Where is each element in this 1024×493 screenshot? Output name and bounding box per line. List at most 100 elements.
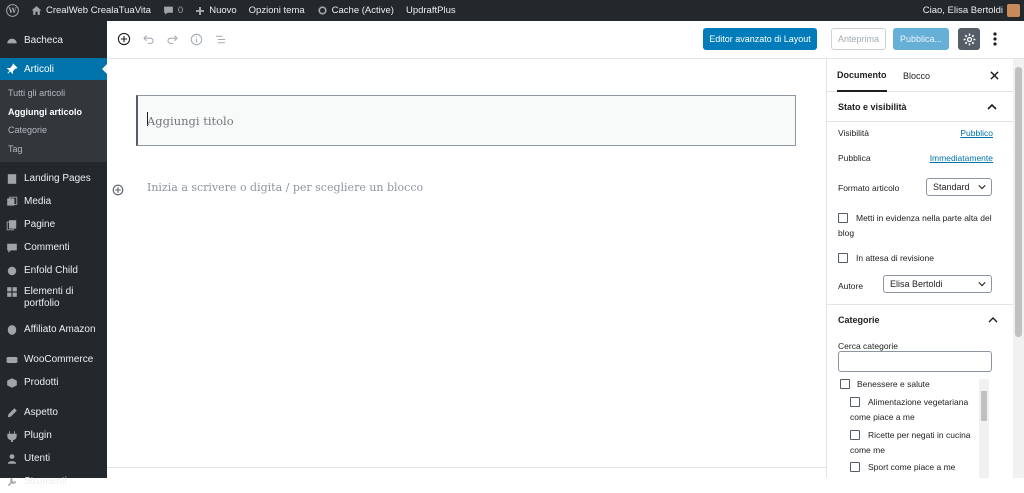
cache-label: Cache (Active) <box>331 5 394 16</box>
post-format-select[interactable]: Standard <box>926 178 992 196</box>
post-title-input[interactable]: Aggiungi titolo <box>136 95 796 146</box>
sidebar-item-label: Elementi di portfolio <box>24 286 74 309</box>
new-content-link[interactable]: Nuovo <box>189 0 242 21</box>
sidebar-item-label: Articoli <box>24 63 55 75</box>
block-navigation-icon[interactable] <box>212 31 228 47</box>
category-label: Ricette per negati in cucina come me <box>850 430 971 455</box>
paragraph-block-placeholder[interactable]: Inizia a scrivere o digita / per sceglie… <box>147 181 423 194</box>
sidebar-item-affiliato-amazon[interactable]: Affiliato Amazon <box>0 318 107 341</box>
add-block-icon[interactable] <box>116 31 132 47</box>
dashboard-icon <box>6 35 18 47</box>
status-visibility-panel-header[interactable]: Stato e visibilità <box>827 92 1013 122</box>
publish-button[interactable]: Pubblica... <box>893 28 949 50</box>
sidebar-item-aspetto[interactable]: Aspetto <box>0 401 107 424</box>
post-format-label: Formato articolo <box>838 183 900 193</box>
chevron-down-icon <box>978 185 986 190</box>
sidebar-item-label: Landing Pages <box>24 173 91 184</box>
sidebar-scrollbar[interactable] <box>1013 59 1024 478</box>
admin-bar: W CrealWeb CrealaTuaVita 0 Nuovo Opzioni… <box>0 0 1024 21</box>
search-categories-input[interactable] <box>838 351 992 372</box>
block-inserter-icon[interactable] <box>112 184 124 196</box>
settings-gear-icon[interactable] <box>958 28 980 50</box>
sidebar-item-pagine[interactable]: Pagine <box>0 213 107 236</box>
home-icon <box>31 6 42 15</box>
comment-bubble-icon <box>164 6 173 15</box>
sidebar-item-enfold-child[interactable]: Enfold Child <box>0 259 107 282</box>
updraftplus-link[interactable]: UpdraftPlus <box>400 0 462 21</box>
sidebar-item-label: WooCommerce <box>24 354 94 365</box>
scrollbar-thumb[interactable] <box>1015 67 1022 337</box>
sidebar-item-label: Aspetto <box>24 407 58 418</box>
avatar <box>1007 4 1020 17</box>
submenu-item-tags[interactable]: Tag <box>0 140 107 159</box>
sidebar-item-articoli[interactable]: Articoli <box>0 58 107 80</box>
sidebar-item-bacheca[interactable]: Bacheca <box>0 29 107 52</box>
info-icon[interactable] <box>188 31 204 47</box>
submenu-item-all-posts[interactable]: Tutti gli articoli <box>0 84 107 103</box>
sidebar-item-label: Prodotti <box>24 377 59 388</box>
sidebar-item-label: Bacheca <box>24 35 63 46</box>
tools-icon <box>6 476 18 488</box>
more-options-icon[interactable] <box>987 31 1003 47</box>
plugin-icon <box>6 430 18 442</box>
sidebar-item-label: Commenti <box>24 242 70 253</box>
sidebar-item-portfolio[interactable]: Elementi di portfolio <box>0 282 107 318</box>
editor-canvas: Aggiungi titolo Inizia a scrivere o digi… <box>107 59 826 478</box>
tab-document[interactable]: Documento <box>837 59 887 92</box>
pending-review-label: In attesa di revisione <box>856 253 934 263</box>
scrollbar-thumb[interactable] <box>981 391 987 421</box>
pin-icon <box>6 63 18 75</box>
panel-title: Categorie <box>838 315 880 325</box>
author-label: Autore <box>838 281 864 291</box>
admin-sidebar: Bacheca Articoli Tutti gli articoli Aggi… <box>0 21 107 487</box>
author-select[interactable]: Elisa Bertoldi <box>883 275 992 293</box>
theme-icon <box>6 265 18 277</box>
sidebar-item-plugin[interactable]: Plugin <box>0 424 107 447</box>
settings-sidebar: Documento Blocco Stato e visibilità Visi… <box>826 59 1013 478</box>
post-format-value: Standard <box>933 182 970 192</box>
site-name-link[interactable]: CrealWeb CrealaTuaVita <box>25 0 157 21</box>
portfolio-icon <box>6 286 18 298</box>
sidebar-item-media[interactable]: Media <box>0 190 107 213</box>
submenu-item-add-post[interactable]: Aggiungi articolo <box>0 103 107 122</box>
settings-tabs: Documento Blocco <box>827 59 1013 92</box>
sidebar-item-utenti[interactable]: Utenti <box>0 447 107 470</box>
category-label: Benessere e salute <box>857 379 930 389</box>
chevron-up-icon <box>988 317 998 323</box>
theme-options-link[interactable]: Opzioni tema <box>243 0 311 21</box>
tab-block[interactable]: Blocco <box>903 59 930 92</box>
comments-link[interactable]: 0 <box>157 0 189 21</box>
sidebar-item-label: Pagine <box>24 219 56 230</box>
category-checkbox[interactable] <box>850 462 860 472</box>
sidebar-item-prodotti[interactable]: Prodotti <box>0 371 107 394</box>
site-name: CrealWeb CrealaTuaVita <box>46 5 151 16</box>
user-account-menu[interactable]: Ciao, Elisa Bertoldi <box>917 0 1024 21</box>
cache-link[interactable]: Cache (Active) <box>311 0 400 21</box>
canvas-divider <box>107 467 826 468</box>
categories-panel-header[interactable]: Categorie <box>827 305 1013 335</box>
submenu-item-categories[interactable]: Categorie <box>0 121 107 140</box>
redo-icon[interactable] <box>164 31 180 47</box>
sidebar-item-label: Media <box>24 196 52 207</box>
close-icon[interactable] <box>990 69 999 83</box>
sidebar-item-woocommerce[interactable]: WooCommerce <box>0 348 107 371</box>
pending-review-checkbox[interactable] <box>838 253 848 263</box>
plus-icon <box>196 6 205 15</box>
sidebar-item-commenti[interactable]: Commenti <box>0 236 107 259</box>
undo-icon[interactable] <box>140 31 156 47</box>
wordpress-logo-icon[interactable]: W <box>0 0 25 21</box>
editor-toolbar: Editor avanzato di Layout Anteprima Pubb… <box>107 21 1024 59</box>
category-checkbox[interactable] <box>840 379 850 389</box>
category-label: Alimentazione vegetariana come piace a m… <box>850 397 969 422</box>
users-icon <box>6 453 18 465</box>
visibility-link[interactable]: Pubblico <box>960 128 993 138</box>
sidebar-item-strumenti[interactable]: Strumenti <box>0 470 107 493</box>
publish-date-link[interactable]: Immediatamente <box>930 153 993 163</box>
media-icon <box>6 196 18 208</box>
categories-scrollbar[interactable] <box>979 379 989 478</box>
sidebar-item-landing-pages[interactable]: Landing Pages <box>0 167 107 190</box>
preview-button[interactable]: Anteprima <box>831 28 886 50</box>
layout-editor-button[interactable]: Editor avanzato di Layout <box>703 28 817 50</box>
landing-icon <box>6 173 18 185</box>
sidebar-item-label: Affiliato Amazon <box>24 324 96 335</box>
